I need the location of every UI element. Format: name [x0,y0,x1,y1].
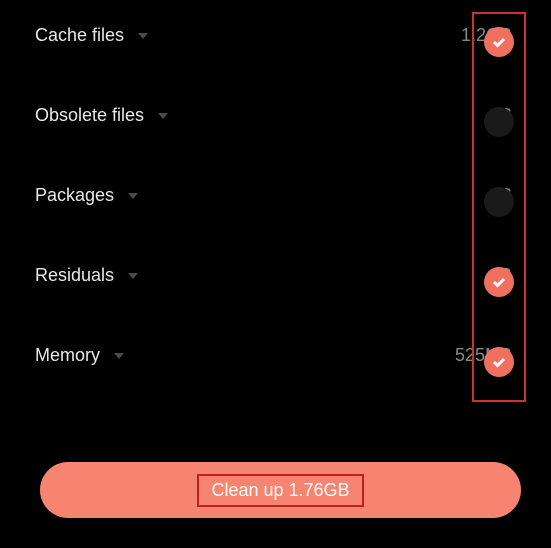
item-label: Cache files [35,25,124,46]
chevron-down-icon[interactable] [128,191,138,201]
button-label-highlight: Clean up 1.76GB [197,474,363,507]
item-label: Obsolete files [35,105,144,126]
chevron-down-icon[interactable] [128,271,138,281]
button-label: Clean up 1.76GB [211,480,349,500]
chevron-down-icon[interactable] [138,31,148,41]
list-item[interactable]: Residuals 2B [35,265,526,286]
list-item[interactable]: Packages 0B [35,185,526,206]
checkbox-obsolete-files[interactable] [484,107,514,137]
cleanup-list: Cache files 1.2GB Obsolete files 0B Pack… [35,20,526,462]
list-item[interactable]: Memory 525MB [35,345,526,366]
checkbox-packages[interactable] [484,187,514,217]
button-container: Clean up 1.76GB [35,462,526,518]
checkbox-column-highlight [472,12,526,402]
list-item[interactable]: Cache files 1.2GB [35,25,526,46]
item-label: Residuals [35,265,114,286]
item-label: Packages [35,185,114,206]
chevron-down-icon[interactable] [158,111,168,121]
chevron-down-icon[interactable] [114,351,124,361]
checkbox-cache-files[interactable] [484,27,514,57]
clean-up-button[interactable]: Clean up 1.76GB [40,462,521,518]
checkbox-memory[interactable] [484,347,514,377]
checkbox-residuals[interactable] [484,267,514,297]
item-label: Memory [35,345,100,366]
list-item[interactable]: Obsolete files 0B [35,105,526,126]
